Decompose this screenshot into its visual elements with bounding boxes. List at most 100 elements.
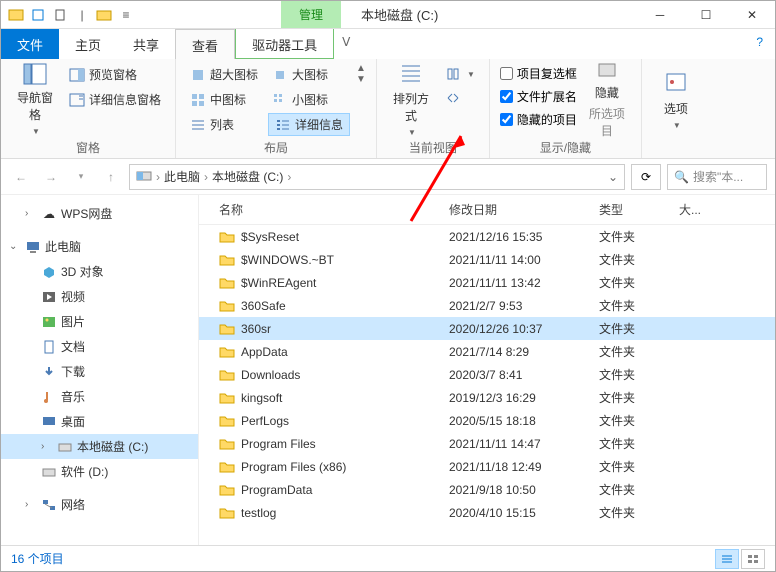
file-extensions-checkbox[interactable]: 文件扩展名 [500,86,577,107]
layout-xl-icons[interactable]: 超大图标 [186,63,262,86]
file-name: 360Safe [241,299,286,313]
qat-dropdown-icon[interactable]: ≡ [117,6,135,24]
file-row[interactable]: testlog2020/4/10 15:15文件夹 [199,501,775,524]
file-row[interactable]: 360Safe 2021/2/7 9:53文件夹 [199,294,775,317]
collapse-ribbon-icon[interactable]: ᐯ [334,29,358,59]
forward-button[interactable]: → [39,165,63,189]
qat-properties-icon[interactable] [51,6,69,24]
breadcrumb-this-pc[interactable]: 此电脑 [164,168,200,185]
sidebar-item-3d-objects[interactable]: 3D 对象 [1,259,198,284]
file-date: 2021/11/11 14:47 [449,437,599,451]
sort-by-button[interactable]: 排列方式 ▼ [387,63,435,135]
refresh-button[interactable]: ⟳ [631,164,661,190]
back-button[interactable]: ← [9,165,33,189]
tab-view[interactable]: 查看 [175,29,235,59]
tab-file[interactable]: 文件 [1,29,59,59]
status-bar: 16 个项目 [1,545,775,571]
sidebar-item-wps[interactable]: ›☁WPS网盘 [1,201,198,226]
breadcrumb-drive[interactable]: 本地磁盘 (C:) [212,168,283,185]
sidebar-item-pictures[interactable]: 图片 [1,309,198,334]
maximize-button[interactable]: ☐ [683,1,729,29]
column-date[interactable]: 修改日期 [449,201,599,218]
hide-icon [593,60,621,80]
file-row[interactable]: Downloads2020/3/7 8:41文件夹 [199,363,775,386]
file-row[interactable]: ProgramData2021/9/18 10:50文件夹 [199,478,775,501]
file-type: 文件夹 [599,343,679,360]
crumb-sep-icon[interactable]: › [156,170,160,184]
layout-md-icons[interactable]: 中图标 [186,88,262,111]
sidebar-item-this-pc[interactable]: ⌄此电脑 [1,234,198,259]
tab-share[interactable]: 共享 [117,29,175,59]
file-row[interactable]: AppData2021/7/14 8:29文件夹 [199,340,775,363]
ribbon-group-label: 窗格 [11,137,165,156]
options-button[interactable]: 选项 ▼ [652,63,700,135]
ribbon-group-label: 布局 [186,137,366,156]
file-row[interactable]: $WinREAgent2021/11/11 13:42文件夹 [199,271,775,294]
nav-pane-button[interactable]: 导航窗格 ▼ [11,63,59,135]
file-row[interactable]: 360sr2020/12/26 10:37文件夹 [199,317,775,340]
up-button[interactable]: ↑ [99,165,123,189]
sidebar-item-documents[interactable]: 文档 [1,334,198,359]
file-name: PerfLogs [241,414,289,428]
sidebar-item-downloads[interactable]: 下载 [1,359,198,384]
size-columns-button[interactable] [441,87,479,109]
add-columns-button[interactable]: ▼ [441,63,479,85]
folder-icon [219,322,235,336]
sidebar-item-network[interactable]: ›网络 [1,492,198,517]
sidebar-item-videos[interactable]: 视频 [1,284,198,309]
layout-details[interactable]: 详细信息 [268,113,350,136]
recent-button[interactable]: ▾ [69,165,93,189]
crumb-sep-icon[interactable]: › [204,170,208,184]
layout-list[interactable]: 列表 [186,113,262,136]
close-button[interactable]: ✕ [729,1,775,29]
address-bar[interactable]: › 此电脑 › 本地磁盘 (C:) › ⌄ [129,164,625,190]
file-row[interactable]: Program Files (x86)2021/11/18 12:49文件夹 [199,455,775,478]
sidebar-item-music[interactable]: 音乐 [1,384,198,409]
help-icon[interactable]: ? [744,29,775,59]
details-pane-button[interactable]: 详细信息窗格 [65,88,165,111]
column-type[interactable]: 类型 [599,201,679,218]
tab-drive-tools[interactable]: 驱动器工具 [235,29,334,59]
file-row[interactable]: kingsoft2019/12/3 16:29文件夹 [199,386,775,409]
hidden-items-checkbox[interactable]: 隐藏的项目 [500,109,577,130]
file-type: 文件夹 [599,297,679,314]
fit-icon [445,90,461,106]
tab-home[interactable]: 主页 [59,29,117,59]
options-icon [662,68,690,96]
manage-context-tab[interactable]: 管理 [281,1,341,28]
layout-lg-icons[interactable]: 大图标 [268,63,350,86]
qat-folder-icon[interactable] [95,6,113,24]
crumb-sep-icon[interactable]: › [287,170,291,184]
folder-icon [219,414,235,428]
item-checkboxes-checkbox[interactable]: 项目复选框 [500,63,577,84]
downloads-icon [41,364,57,380]
file-row[interactable]: $WINDOWS.~BT2021/11/11 14:00文件夹 [199,248,775,271]
qat-new-folder-icon[interactable] [29,6,47,24]
minimize-button[interactable]: ─ [637,1,683,29]
file-row[interactable]: Program Files2021/11/11 14:47文件夹 [199,432,775,455]
view-thumbnails-button[interactable] [741,549,765,569]
ribbon-group-panes: 导航窗格 ▼ 预览窗格 详细信息窗格 窗格 [1,59,176,158]
column-size[interactable]: 大... [679,201,775,218]
file-name: $WinREAgent [241,276,316,290]
file-name: kingsoft [241,391,282,405]
file-date: 2021/2/7 9:53 [449,299,599,313]
sidebar-item-drive-c[interactable]: ›本地磁盘 (C:) [1,434,198,459]
column-name[interactable]: 名称 [199,201,449,218]
layout-sm-icons[interactable]: 小图标 [268,88,350,111]
view-details-button[interactable] [715,549,739,569]
column-headers[interactable]: 名称 修改日期 类型 大... [199,195,775,225]
navigation-pane[interactable]: ›☁WPS网盘 ⌄此电脑 3D 对象 视频 图片 文档 下载 音乐 桌面 ›本地… [1,195,199,557]
file-row[interactable]: $SysReset2021/12/16 15:35文件夹 [199,225,775,248]
hide-selected-button[interactable]: 隐藏 所选项目 [583,63,631,135]
sidebar-item-drive-d[interactable]: 软件 (D:) [1,459,198,484]
search-input[interactable]: 🔍 搜索"本... [667,164,767,190]
layout-more-icon[interactable]: ▲▼ [356,63,366,85]
file-type: 文件夹 [599,366,679,383]
file-date: 2021/12/16 15:35 [449,230,599,244]
preview-pane-button[interactable]: 预览窗格 [65,63,165,86]
sidebar-item-desktop[interactable]: 桌面 [1,409,198,434]
addr-dropdown-icon[interactable]: ⌄ [608,170,618,184]
ribbon: 导航窗格 ▼ 预览窗格 详细信息窗格 窗格 超大图标 中图标 列表 大图标 小图… [1,59,775,159]
file-row[interactable]: PerfLogs2020/5/15 18:18文件夹 [199,409,775,432]
